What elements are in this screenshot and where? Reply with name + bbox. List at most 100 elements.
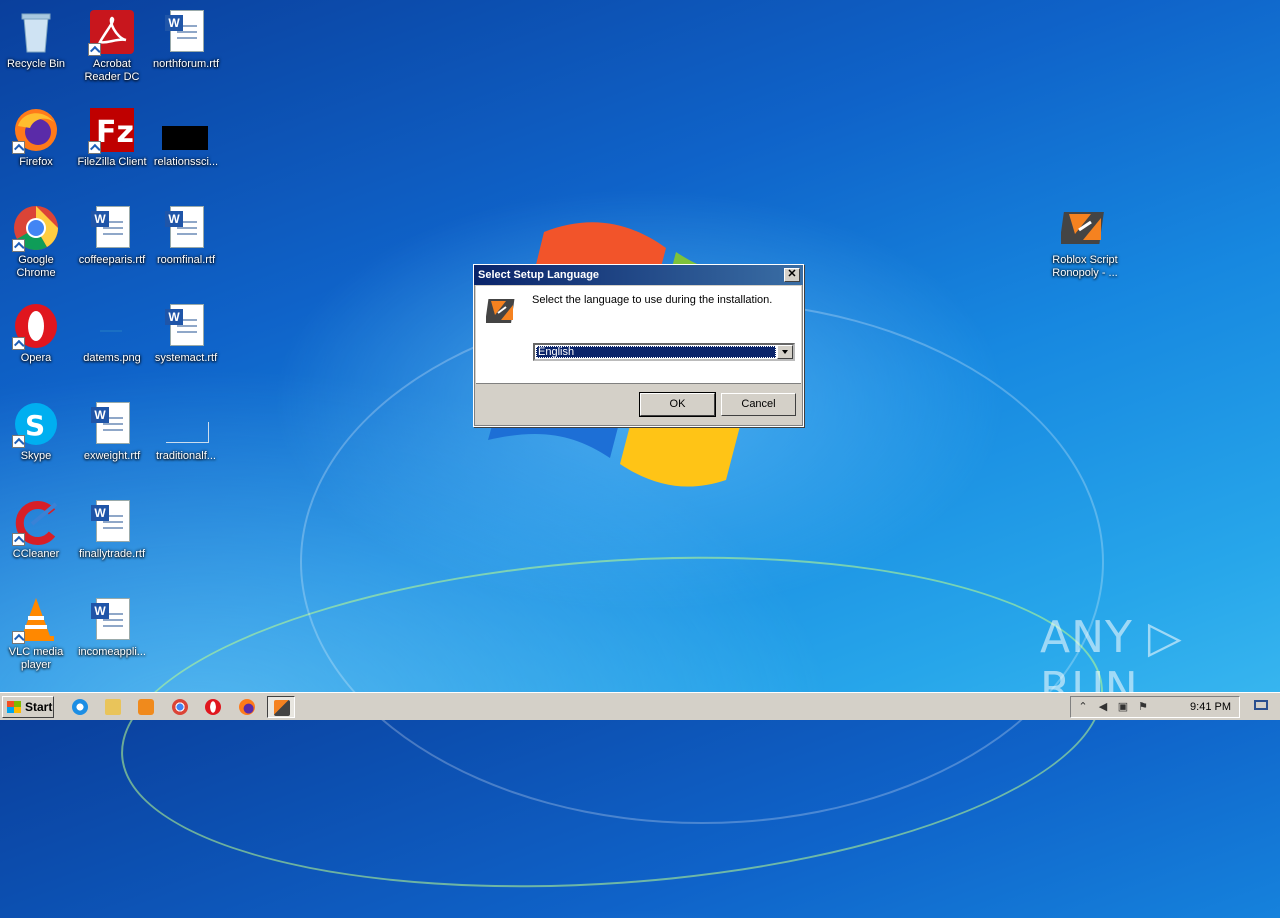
desktop-icon-label: Recycle Bin (6, 58, 66, 70)
start-button[interactable]: Start (2, 696, 54, 718)
desktop-icon-opera[interactable]: Opera (0, 296, 74, 365)
desktop-icon-systemact[interactable]: W systemact.rtf (148, 296, 224, 365)
desktop-icon-label: Acrobat Reader DC (84, 58, 140, 83)
desktop-icon-exweight[interactable]: W exweight.rtf (74, 394, 150, 463)
chevron-down-icon[interactable] (777, 345, 793, 359)
desktop-icon-chrome[interactable]: Google Chrome (0, 198, 74, 280)
desktop-icon-traditionalf[interactable]: traditionalf... (148, 394, 224, 463)
desktop-icon-label: FileZilla Client (77, 156, 147, 168)
dialog-titlebar[interactable]: Select Setup Language ✕ (474, 265, 803, 285)
language-select[interactable]: English (533, 343, 795, 361)
desktop-icon-acrobat[interactable]: Acrobat Reader DC (74, 2, 150, 84)
desktop-icon-northforum[interactable]: W northforum.rtf (148, 2, 224, 71)
taskbar-internet-explorer[interactable] (66, 696, 94, 718)
word-document-icon: W (162, 8, 210, 56)
desktop-icon-roomfinal[interactable]: W roomfinal.rtf (148, 198, 224, 267)
desktop-icon-label: systemact.rtf (154, 352, 218, 364)
firefox-icon (12, 106, 60, 154)
cancel-button[interactable]: Cancel (721, 393, 796, 416)
taskbar-setup-app[interactable] (267, 696, 295, 718)
desktop-icon-filezilla[interactable]: Fz FileZilla Client (74, 100, 150, 169)
setup-language-dialog: Select Setup Language ✕ Select the langu… (473, 264, 804, 427)
shortcut-arrow-icon (12, 239, 25, 252)
volume-icon[interactable]: ◀ (1097, 701, 1109, 713)
firefox-icon (239, 699, 255, 715)
start-label: Start (25, 700, 53, 714)
desktop-icon-roblox-script[interactable]: Roblox Script Ronopoly - ... (1047, 198, 1123, 280)
shortcut-arrow-icon (12, 631, 25, 644)
shortcut-arrow-icon (12, 337, 25, 350)
desktop-icon-label: coffeeparis.rtf (78, 254, 146, 266)
desktop-icon-label: relationssci... (153, 156, 219, 168)
desktop-icon-vlc[interactable]: VLC media player (0, 590, 74, 672)
desktop-icon-label: incomeappli... (78, 646, 146, 658)
setup-app-icon (1059, 204, 1109, 252)
system-tray: ⌃ ◀ ▣ ⚑ 9:41 PM (1070, 696, 1240, 718)
setup-app-icon (486, 299, 515, 323)
desktop-icon-label: CCleaner (12, 548, 60, 560)
network-icon[interactable]: ▣ (1117, 701, 1129, 713)
desktop-icon-label: datems.png (83, 352, 141, 364)
desktop-icon-label: Roblox Script Ronopoly - ... (1052, 254, 1118, 279)
taskbar-chrome[interactable] (166, 696, 194, 718)
desktop-icon-label: traditionalf... (156, 450, 216, 462)
language-select-value: English (536, 346, 776, 358)
desktop-icon-label: VLC media player (8, 646, 64, 671)
filezilla-icon: Fz (88, 106, 136, 154)
clock[interactable]: 9:41 PM (1190, 697, 1231, 717)
word-document-icon: W (88, 400, 136, 448)
desktop-icon-relationssci[interactable]: relationssci... (148, 100, 224, 169)
opera-icon (12, 302, 60, 350)
shortcut-arrow-icon (88, 141, 101, 154)
recycle-bin-icon (12, 8, 60, 56)
taskbar-file-explorer[interactable] (99, 696, 127, 718)
desktop-icon-firefox[interactable]: Firefox (0, 100, 74, 169)
skype-icon: S (12, 400, 60, 448)
monitor-icon (1254, 700, 1268, 710)
dialog-prompt: Select the language to use during the in… (532, 294, 773, 306)
taskbar-media-player[interactable] (132, 696, 160, 718)
vlc-icon (12, 596, 60, 644)
desktop-icon-coffeeparis[interactable]: W coffeeparis.rtf (74, 198, 150, 267)
black-file-icon (162, 106, 210, 154)
desktop-icon-label: exweight.rtf (83, 450, 141, 462)
dialog-content: Select the language to use during the in… (476, 286, 801, 384)
chrome-icon (12, 204, 60, 252)
desktop-icon-recycle-bin[interactable]: Recycle Bin (0, 2, 74, 71)
desktop-icon-label: roomfinal.rtf (156, 254, 216, 266)
windows-flag-icon (7, 701, 21, 713)
shortcut-arrow-icon (12, 435, 25, 448)
ok-button[interactable]: OK (639, 392, 716, 417)
close-icon: ✕ (787, 268, 797, 280)
word-document-icon: W (88, 498, 136, 546)
desktop-icon-label: Firefox (19, 156, 53, 168)
desktop-icon-skype[interactable]: S Skype (0, 394, 74, 463)
show-desktop-button[interactable] (1244, 693, 1280, 720)
desktop-icon-ccleaner[interactable]: CCleaner (0, 492, 74, 561)
desktop-icon-label: Opera (20, 352, 52, 364)
desktop-icon-incomeappli[interactable]: W incomeappli... (74, 590, 150, 659)
image-file-icon (162, 400, 210, 448)
internet-explorer-icon (72, 699, 88, 715)
svg-text:Fz: Fz (96, 115, 134, 150)
ccleaner-icon (12, 498, 60, 546)
word-document-icon: W (88, 204, 136, 252)
desktop-icon-datems[interactable]: datems.png (74, 296, 150, 365)
image-file-icon (88, 302, 136, 350)
media-player-icon (138, 699, 154, 715)
close-button[interactable]: ✕ (784, 268, 800, 282)
desktop-icon-label: northforum.rtf (152, 58, 220, 70)
taskbar: Start ⌃ ◀ ▣ ⚑ 9:41 PM (0, 692, 1280, 720)
acrobat-icon (88, 8, 136, 56)
shortcut-arrow-icon (12, 141, 25, 154)
taskbar-firefox[interactable] (233, 696, 261, 718)
desktop-icon-label: finallytrade.rtf (78, 548, 146, 560)
taskbar-opera[interactable] (199, 696, 227, 718)
shortcut-arrow-icon (88, 43, 101, 56)
chevron-up-icon[interactable]: ⌃ (1077, 701, 1089, 713)
desktop-icon-finallytrade[interactable]: W finallytrade.rtf (74, 492, 150, 561)
opera-icon (205, 699, 221, 715)
word-document-icon: W (162, 204, 210, 252)
action-center-flag-icon[interactable]: ⚑ (1137, 701, 1149, 713)
dialog-title: Select Setup Language (478, 269, 600, 281)
